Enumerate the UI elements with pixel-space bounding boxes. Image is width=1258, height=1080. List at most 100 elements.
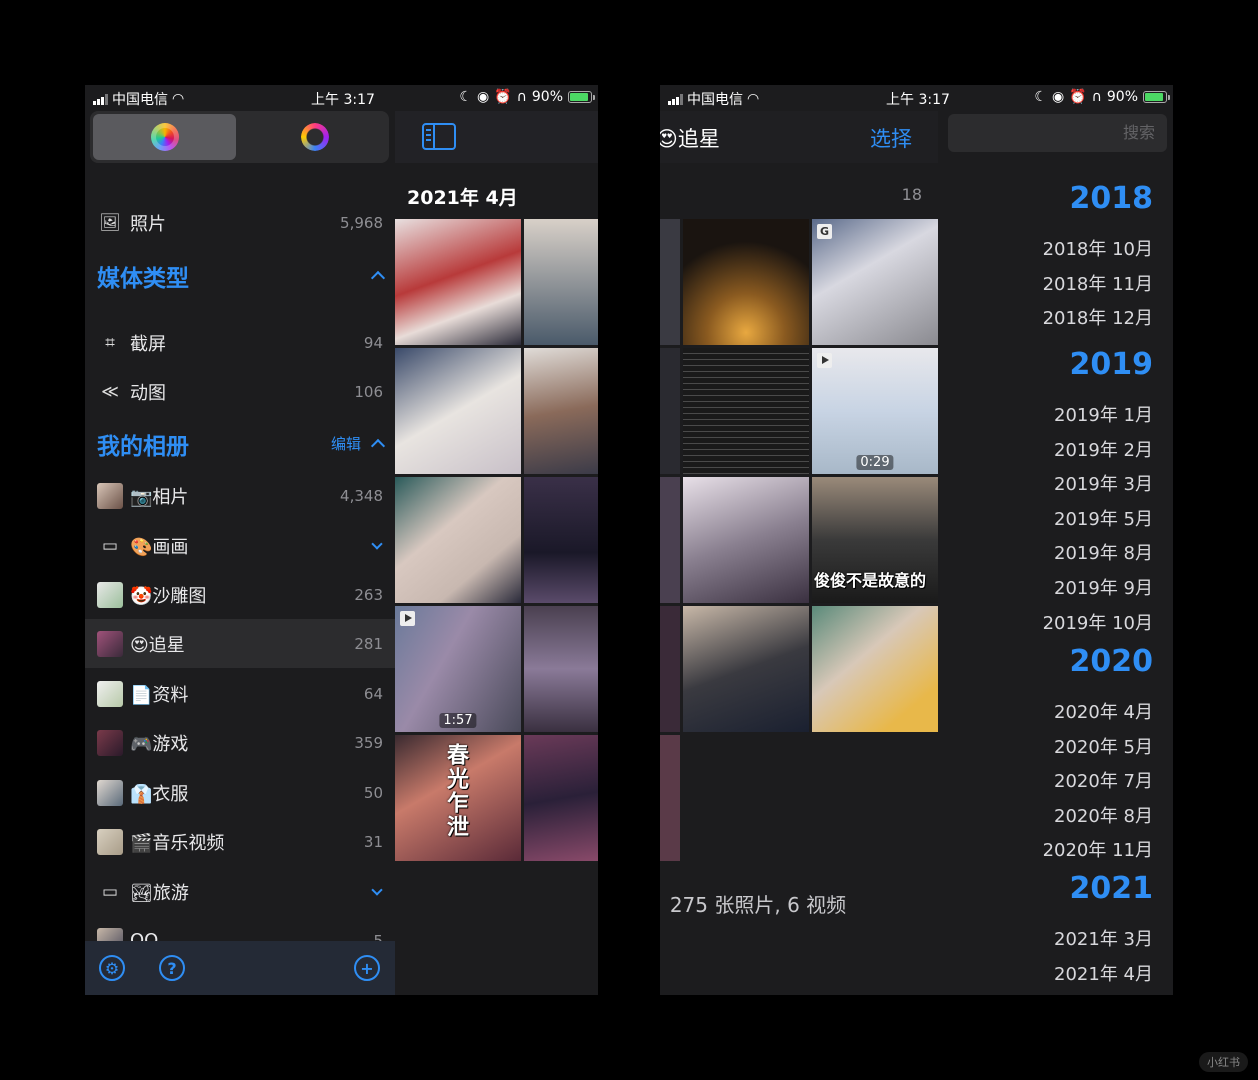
app-switcher bbox=[90, 111, 389, 163]
photos-icon: 🖼 bbox=[99, 212, 121, 233]
photo-thumbnail[interactable] bbox=[660, 606, 680, 732]
headphones-icon: ∩ bbox=[1091, 89, 1102, 105]
moon-icon: ☾ bbox=[459, 89, 472, 105]
month-header: 2021年 4月 bbox=[407, 187, 518, 209]
photo-thumbnail[interactable] bbox=[812, 606, 938, 732]
alarm-icon: ⏰ bbox=[1069, 89, 1087, 105]
sidebar-item-screenshots[interactable]: ⌗ 截屏 94 bbox=[85, 318, 395, 367]
photo-grid: G 0:29 俊俊不是故意的 bbox=[660, 219, 938, 861]
photo-thumbnail[interactable] bbox=[683, 219, 809, 345]
settings-gear-icon[interactable]: ⚙ bbox=[99, 955, 125, 981]
album-title: 😍追星 bbox=[660, 127, 720, 151]
photo-thumbnail[interactable] bbox=[683, 348, 809, 474]
photos-logo-icon bbox=[150, 123, 179, 151]
album-content-pane: 2021年 4月 1:57 春光乍泄 bbox=[395, 111, 598, 995]
sidebar-item-animated[interactable]: ≪ 动图 106 bbox=[85, 367, 395, 416]
photo-caption: 俊俊不是故意的 bbox=[814, 571, 927, 590]
month-link[interactable]: 2019年 8月 bbox=[1054, 539, 1153, 565]
photo-caption: 春光乍泄 bbox=[443, 743, 468, 839]
pane-toolbar bbox=[395, 111, 598, 163]
year-heading[interactable]: 2018 bbox=[1070, 181, 1154, 216]
year-heading[interactable]: 2020 bbox=[1070, 644, 1154, 679]
month-link[interactable]: 2018年 11月 bbox=[1043, 270, 1153, 296]
month-link[interactable]: 2020年 11月 bbox=[1043, 836, 1153, 862]
month-link[interactable]: 2020年 8月 bbox=[1054, 802, 1153, 828]
photo-grid: 1:57 春光乍泄 bbox=[395, 219, 598, 861]
album-item[interactable]: 📄资料 64 bbox=[85, 669, 395, 718]
album-thumbnail bbox=[97, 680, 123, 707]
album-item[interactable]: 📷相片 4,348 bbox=[85, 471, 395, 520]
photo-thumbnail[interactable] bbox=[524, 348, 598, 474]
album-item-selected[interactable]: 😍追星 281 bbox=[85, 619, 395, 668]
photos-app-tab[interactable] bbox=[93, 114, 236, 160]
year-heading[interactable]: 2021 bbox=[1070, 871, 1154, 906]
carrier-label: 中国电信 bbox=[687, 92, 743, 108]
chevron-down-icon[interactable] bbox=[371, 537, 383, 550]
select-button[interactable]: 选择 bbox=[870, 123, 912, 153]
month-link[interactable]: 2019年 10月 bbox=[1043, 609, 1153, 635]
album-thumbnail bbox=[97, 828, 123, 855]
month-link[interactable]: 2019年 3月 bbox=[1054, 470, 1153, 496]
photo-thumbnail[interactable] bbox=[395, 219, 521, 345]
month-link[interactable]: 2020年 5月 bbox=[1054, 733, 1153, 759]
chevron-down-icon[interactable] bbox=[371, 883, 383, 896]
photo-thumbnail[interactable]: G bbox=[812, 219, 938, 345]
ring-app-tab[interactable] bbox=[243, 114, 386, 160]
photo-thumbnail[interactable] bbox=[524, 219, 598, 345]
album-thumbnail bbox=[97, 779, 123, 806]
month-link[interactable]: 2019年 5月 bbox=[1054, 505, 1153, 531]
section-title: 媒体类型 bbox=[97, 265, 189, 292]
alarm-icon: ⏰ bbox=[494, 89, 512, 105]
sidebar-toggle-icon[interactable] bbox=[422, 123, 456, 150]
album-item[interactable]: 🤡沙雕图 263 bbox=[85, 570, 395, 619]
photo-thumbnail[interactable] bbox=[683, 477, 809, 603]
photo-thumbnail[interactable] bbox=[683, 606, 809, 732]
month-link[interactable]: 2020年 7月 bbox=[1054, 767, 1153, 793]
month-link[interactable]: 2021年 3月 bbox=[1054, 925, 1153, 951]
month-link[interactable]: 2021年 4月 bbox=[1054, 960, 1153, 986]
search-input[interactable]: 搜索 bbox=[948, 114, 1167, 152]
month-link[interactable]: 2019年 2月 bbox=[1054, 436, 1153, 462]
watermark-logo: 小红书 bbox=[1199, 1052, 1248, 1072]
chevron-up-icon[interactable] bbox=[370, 270, 386, 286]
album-folder[interactable]: ▭ 🎨画画 bbox=[85, 521, 395, 570]
add-icon[interactable]: + bbox=[354, 955, 380, 981]
photo-thumbnail[interactable]: 春光乍泄 bbox=[395, 735, 521, 861]
album-item[interactable]: 🎮游戏 359 bbox=[85, 718, 395, 767]
album-folder[interactable]: ▭ 🏞旅游 bbox=[85, 867, 395, 916]
photo-thumbnail[interactable] bbox=[660, 477, 680, 603]
section-my-albums[interactable]: 我的相册 编辑 bbox=[85, 419, 395, 468]
album-thumbnail bbox=[97, 482, 123, 509]
month-link[interactable]: 2019年 9月 bbox=[1054, 574, 1153, 600]
album-thumbnail bbox=[97, 581, 123, 608]
sidebar-item-photos[interactable]: 🖼 照片 5,968 bbox=[85, 198, 395, 247]
video-thumbnail[interactable]: 1:57 bbox=[395, 606, 521, 732]
photo-thumbnail[interactable] bbox=[660, 348, 680, 474]
photo-count: 18 bbox=[901, 185, 922, 204]
section-media-types[interactable]: 媒体类型 bbox=[85, 251, 395, 300]
video-duration: 0:29 bbox=[856, 455, 894, 470]
album-item[interactable]: 🎬音乐视频 31 bbox=[85, 817, 395, 866]
photo-thumbnail[interactable] bbox=[524, 477, 598, 603]
photo-thumbnail[interactable] bbox=[395, 348, 521, 474]
album-summary: 275 张照片, 6 视频 bbox=[669, 893, 847, 917]
photo-thumbnail[interactable]: 俊俊不是故意的 bbox=[812, 477, 938, 603]
month-link[interactable]: 2020年 4月 bbox=[1054, 698, 1153, 724]
edit-button[interactable]: 编辑 bbox=[331, 433, 361, 454]
photo-thumbnail[interactable] bbox=[524, 735, 598, 861]
photo-thumbnail[interactable] bbox=[395, 477, 521, 603]
month-link[interactable]: 2018年 10月 bbox=[1043, 235, 1153, 261]
chevron-up-icon[interactable] bbox=[370, 438, 386, 454]
folder-icon: ▭ bbox=[101, 881, 119, 902]
month-link[interactable]: 2019年 1月 bbox=[1054, 401, 1153, 427]
photo-thumbnail[interactable] bbox=[524, 606, 598, 732]
year-heading[interactable]: 2019 bbox=[1070, 347, 1154, 382]
photo-thumbnail[interactable] bbox=[660, 735, 680, 861]
help-icon[interactable]: ? bbox=[159, 955, 185, 981]
month-link[interactable]: 2018年 12月 bbox=[1043, 304, 1153, 330]
date-index-sidebar: 搜索 2018 2018年 10月 2018年 11月 2018年 12月 2019 20… bbox=[938, 111, 1173, 995]
album-item[interactable]: 👔衣服 50 bbox=[85, 768, 395, 817]
photo-thumbnail[interactable] bbox=[660, 219, 680, 345]
video-thumbnail[interactable]: 0:29 bbox=[812, 348, 938, 474]
gif-badge-icon: G bbox=[817, 224, 832, 239]
